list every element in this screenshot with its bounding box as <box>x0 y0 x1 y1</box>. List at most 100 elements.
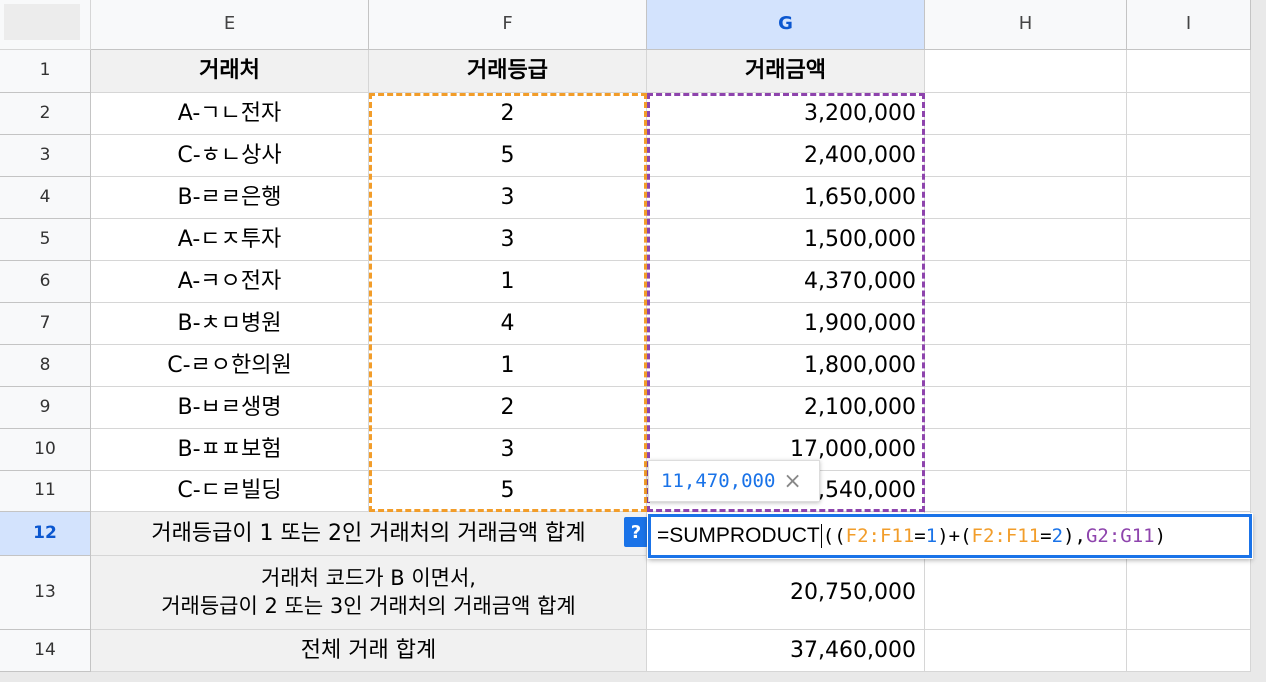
cell-f9[interactable]: 2 <box>369 387 647 429</box>
cell-i13[interactable] <box>1127 556 1251 630</box>
cell-h7[interactable] <box>925 303 1127 345</box>
cell-f10[interactable]: 3 <box>369 429 647 471</box>
formula-number: 1 <box>925 525 938 547</box>
header-cell-f1[interactable]: 거래등급 <box>369 50 647 93</box>
column-header-e[interactable]: E <box>91 0 369 50</box>
cell-i5[interactable] <box>1127 219 1251 261</box>
row-header-4[interactable]: 4 <box>0 177 91 219</box>
cell-g8[interactable]: 1,800,000 <box>647 345 925 387</box>
cell-i10[interactable] <box>1127 429 1251 471</box>
row-header-2[interactable]: 2 <box>0 93 91 135</box>
cell-e4[interactable]: B-ㄹㄹ은행 <box>91 177 369 219</box>
cell-f6[interactable]: 1 <box>369 261 647 303</box>
formula-range-3: G2:G11 <box>1085 525 1155 547</box>
cell-e10[interactable]: B-ㅍㅍ보험 <box>91 429 369 471</box>
cell-i11[interactable] <box>1127 471 1251 512</box>
cell-h4[interactable] <box>925 177 1127 219</box>
cell-f5[interactable]: 3 <box>369 219 647 261</box>
row-header-9[interactable]: 9 <box>0 387 91 429</box>
cell-e2[interactable]: A-ㄱㄴ전자 <box>91 93 369 135</box>
row-header-12[interactable]: 12 <box>0 512 91 556</box>
row-header-6[interactable]: 6 <box>0 261 91 303</box>
cell-e3[interactable]: C-ㅎㄴ상사 <box>91 135 369 177</box>
cell-g9[interactable]: 2,100,000 <box>647 387 925 429</box>
cell-f11[interactable]: 5 <box>369 471 647 512</box>
cell-e9[interactable]: B-ㅂㄹ생명 <box>91 387 369 429</box>
text-cursor <box>820 524 822 548</box>
cell-i6[interactable] <box>1127 261 1251 303</box>
cell-g6[interactable]: 4,370,000 <box>647 261 925 303</box>
cell-i7[interactable] <box>1127 303 1251 345</box>
header-cell-e1[interactable]: 거래처 <box>91 50 369 93</box>
header-cell-g1[interactable]: 거래금액 <box>647 50 925 93</box>
cell-i1[interactable] <box>1127 50 1251 93</box>
cell-g13[interactable]: 20,750,000 <box>647 556 925 630</box>
cell-f2[interactable]: 2 <box>369 93 647 135</box>
cell-e5[interactable]: A-ㄷㅈ투자 <box>91 219 369 261</box>
row-header-13[interactable]: 13 <box>0 556 91 630</box>
cell-i9[interactable] <box>1127 387 1251 429</box>
column-header-g[interactable]: G <box>647 0 925 50</box>
row-header-14[interactable]: 14 <box>0 630 91 672</box>
formula-separator: ), <box>1063 525 1086 547</box>
column-header-i[interactable]: I <box>1127 0 1251 50</box>
select-all-corner[interactable] <box>0 0 91 50</box>
cell-h13[interactable] <box>925 556 1127 630</box>
cell-h10[interactable] <box>925 429 1127 471</box>
row-header-10[interactable]: 10 <box>0 429 91 471</box>
cell-g4[interactable]: 1,650,000 <box>647 177 925 219</box>
formula-function: =SUMPRODUCT <box>657 524 820 547</box>
tooltip-value: 11,470,000 <box>661 470 776 492</box>
formula-range-1: F2:F11 <box>845 525 915 547</box>
row-header-8[interactable]: 8 <box>0 345 91 387</box>
cell-e11[interactable]: C-ㄷㄹ빌딩 <box>91 471 369 512</box>
select-all-corner-inner[interactable] <box>4 4 80 40</box>
formula-result-tooltip: 11,470,000 × <box>648 460 820 502</box>
cell-h8[interactable] <box>925 345 1127 387</box>
cell-i8[interactable] <box>1127 345 1251 387</box>
row-header-7[interactable]: 7 <box>0 303 91 345</box>
cell-i14[interactable] <box>1127 630 1251 672</box>
column-header-f[interactable]: F <box>369 0 647 50</box>
cell-f7[interactable]: 4 <box>369 303 647 345</box>
cell-e8[interactable]: C-ㄹㅇ한의원 <box>91 345 369 387</box>
cell-g2[interactable]: 3,200,000 <box>647 93 925 135</box>
cell-i3[interactable] <box>1127 135 1251 177</box>
cell-h5[interactable] <box>925 219 1127 261</box>
cell-h2[interactable] <box>925 93 1127 135</box>
cell-h1[interactable] <box>925 50 1127 93</box>
formula-help-button[interactable]: ? <box>624 517 648 547</box>
row-header-3[interactable]: 3 <box>0 135 91 177</box>
label-line-1: 거래처 코드가 B 이면서, <box>261 566 476 591</box>
cell-g3[interactable]: 2,400,000 <box>647 135 925 177</box>
label-line-2: 거래등급이 2 또는 3인 거래처의 거래금액 합계 <box>161 593 576 618</box>
merged-label-e12-f12[interactable]: 거래등급이 1 또는 2인 거래처의 거래금액 합계 <box>91 512 647 556</box>
cell-h9[interactable] <box>925 387 1127 429</box>
cell-g5[interactable]: 1,500,000 <box>647 219 925 261</box>
formula-number: 2 <box>1051 525 1064 547</box>
cell-h11[interactable] <box>925 471 1127 512</box>
row-header-5[interactable]: 5 <box>0 219 91 261</box>
cell-i2[interactable] <box>1127 93 1251 135</box>
merged-label-e13-f13[interactable]: 거래처 코드가 B 이면서, 거래등급이 2 또는 3인 거래처의 거래금액 합계 <box>91 556 647 630</box>
spreadsheet-grid[interactable]: E F G H I 1 거래처 거래등급 거래금액 2 A-ㄱㄴ전자 2 3,200,000 3 C-ㅎㄴ상… <box>0 0 1266 682</box>
cell-i4[interactable] <box>1127 177 1251 219</box>
cell-f3[interactable]: 5 <box>369 135 647 177</box>
cell-formula-editor[interactable]: =SUMPRODUCT((F2:F11 = 1)+(F2:F11 = 2), G2:G11… <box>648 514 1252 558</box>
formula-open-paren: (( <box>822 525 846 547</box>
close-icon[interactable]: × <box>783 469 801 494</box>
cell-h6[interactable] <box>925 261 1127 303</box>
cell-g14[interactable]: 37,460,000 <box>647 630 925 672</box>
cell-h14[interactable] <box>925 630 1127 672</box>
cell-e7[interactable]: B-ㅊㅁ병원 <box>91 303 369 345</box>
merged-label-e14-f14[interactable]: 전체 거래 합계 <box>91 630 647 672</box>
cell-h3[interactable] <box>925 135 1127 177</box>
formula-operator: = <box>1040 525 1052 547</box>
cell-g7[interactable]: 1,900,000 <box>647 303 925 345</box>
row-header-1[interactable]: 1 <box>0 50 91 93</box>
cell-f4[interactable]: 3 <box>369 177 647 219</box>
row-header-11[interactable]: 11 <box>0 471 91 512</box>
cell-e6[interactable]: A-ㅋㅇ전자 <box>91 261 369 303</box>
cell-f8[interactable]: 1 <box>369 345 647 387</box>
column-header-h[interactable]: H <box>925 0 1127 50</box>
